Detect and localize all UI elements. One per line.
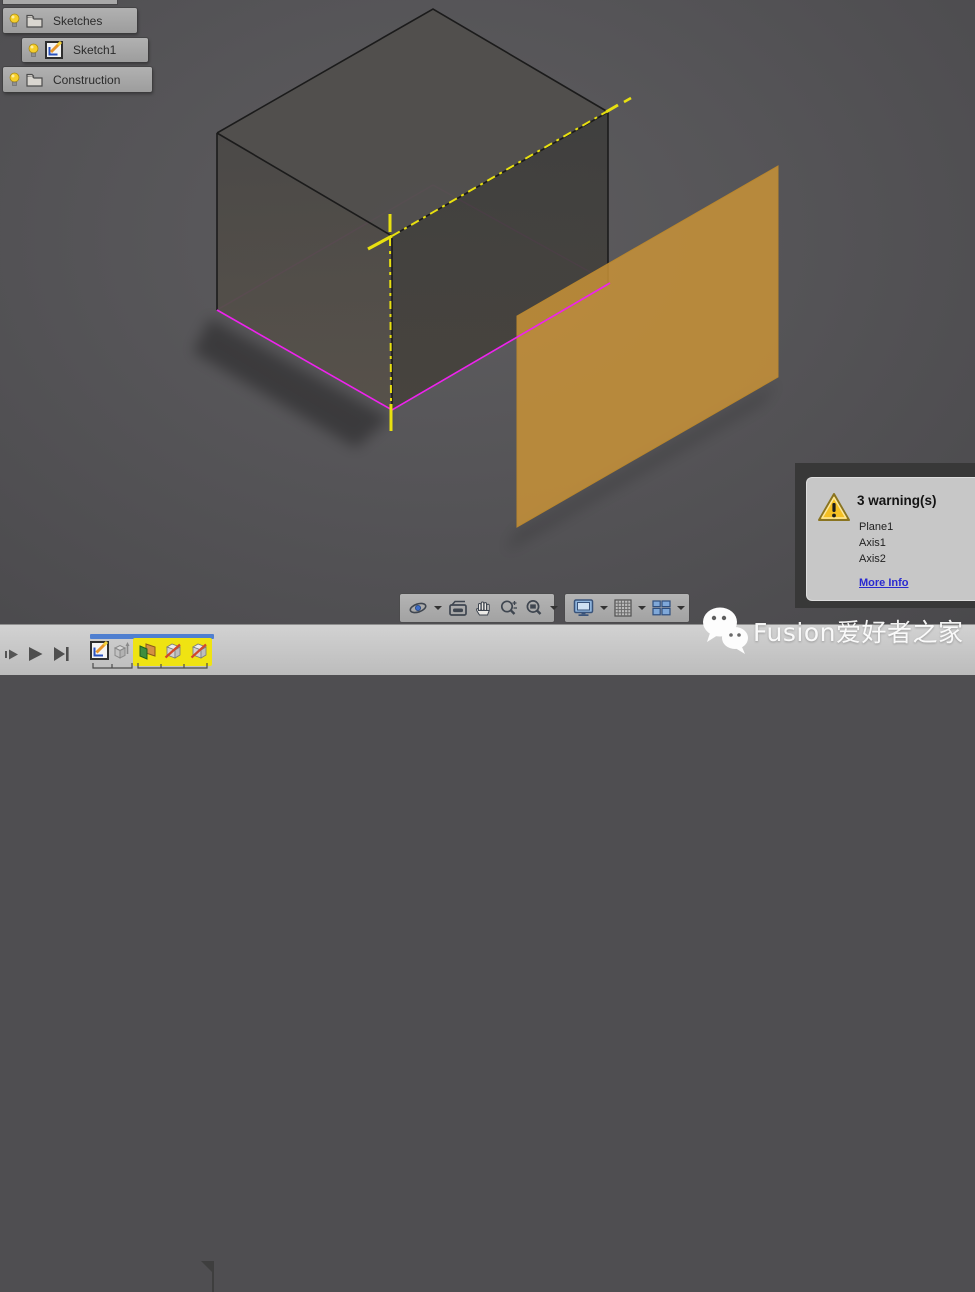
sketch-feature-icon: [90, 640, 109, 660]
tree-label[interactable]: Construction: [49, 73, 120, 87]
visibility-bulb-icon[interactable]: [9, 72, 20, 87]
warning-triangle-icon: [818, 493, 850, 521]
tree-row-sketches[interactable]: Sketches: [3, 8, 137, 33]
timeline-play-button[interactable]: [27, 645, 44, 668]
watermark-text: Fusion爱好者之家: [753, 618, 964, 647]
folder-icon: [26, 14, 43, 28]
grid-button[interactable]: [612, 596, 634, 620]
extrude-feature-icon: [113, 642, 130, 659]
tree-row-construction[interactable]: Construction: [3, 67, 152, 92]
sketch-icon: [45, 41, 63, 59]
timeline-feature-sketch[interactable]: [90, 640, 109, 665]
warning-item[interactable]: Axis2: [859, 553, 886, 565]
viewports-dropdown-caret[interactable]: [677, 606, 685, 610]
fit-button[interactable]: [523, 596, 546, 620]
display-settings-button[interactable]: [571, 596, 596, 620]
timeline-step-button[interactable]: [4, 647, 20, 667]
timeline-position-marker-line[interactable]: [212, 1261, 214, 1292]
visibility-bulb-icon[interactable]: [28, 43, 39, 58]
fit-icon: [526, 600, 542, 615]
nav-toolbar-display: [565, 594, 689, 622]
folder-icon: [26, 73, 43, 87]
tree-label[interactable]: Sketches: [49, 14, 102, 28]
warning-title: 3 warning(s): [857, 493, 937, 508]
display-settings-icon: [573, 599, 594, 616]
pan-hand-icon: [476, 601, 490, 616]
fit-dropdown-caret[interactable]: [550, 606, 558, 610]
orbit-button[interactable]: [406, 596, 430, 620]
visibility-bulb-icon[interactable]: [9, 13, 20, 28]
step-forward-icon: [5, 649, 18, 660]
display-dropdown-caret[interactable]: [600, 606, 608, 610]
look-at-button[interactable]: [446, 596, 470, 620]
wechat-icon: [703, 607, 748, 654]
grid-dropdown-caret[interactable]: [638, 606, 646, 610]
warning-item[interactable]: Plane1: [859, 521, 893, 533]
nav-toolbar-view: [400, 594, 558, 622]
warning-toast[interactable]: 3 warning(s) Plane1 Axis1 Axis2 More Inf…: [806, 477, 975, 601]
timeline-group-bracket: [137, 663, 208, 669]
zoom-button[interactable]: [497, 596, 521, 620]
orbit-dropdown-caret[interactable]: [434, 606, 442, 610]
grid-icon: [614, 599, 632, 617]
zoom-icon: [500, 600, 517, 615]
viewports-icon: [652, 600, 671, 616]
warning-item[interactable]: Axis1: [859, 537, 886, 549]
midplane-feature-icon: [139, 643, 156, 660]
go-to-end-icon: [54, 647, 69, 661]
pan-button[interactable]: [472, 596, 495, 620]
tree-row-clipped: [3, 0, 117, 4]
tree-label[interactable]: Sketch1: [69, 43, 116, 57]
timeline-group-bracket: [92, 663, 133, 669]
axis-feature-icon: [190, 643, 207, 659]
timeline-go-to-end-button[interactable]: [53, 645, 70, 668]
orbit-icon: [409, 602, 427, 614]
look-at-icon: [449, 600, 467, 616]
more-info-link[interactable]: More Info: [859, 577, 909, 589]
timeline-feature-extrude[interactable]: [112, 641, 131, 665]
viewports-button[interactable]: [650, 596, 673, 620]
axis-feature-icon: [164, 643, 181, 659]
play-icon: [29, 647, 43, 661]
tree-row-sketch1[interactable]: Sketch1: [22, 38, 148, 62]
